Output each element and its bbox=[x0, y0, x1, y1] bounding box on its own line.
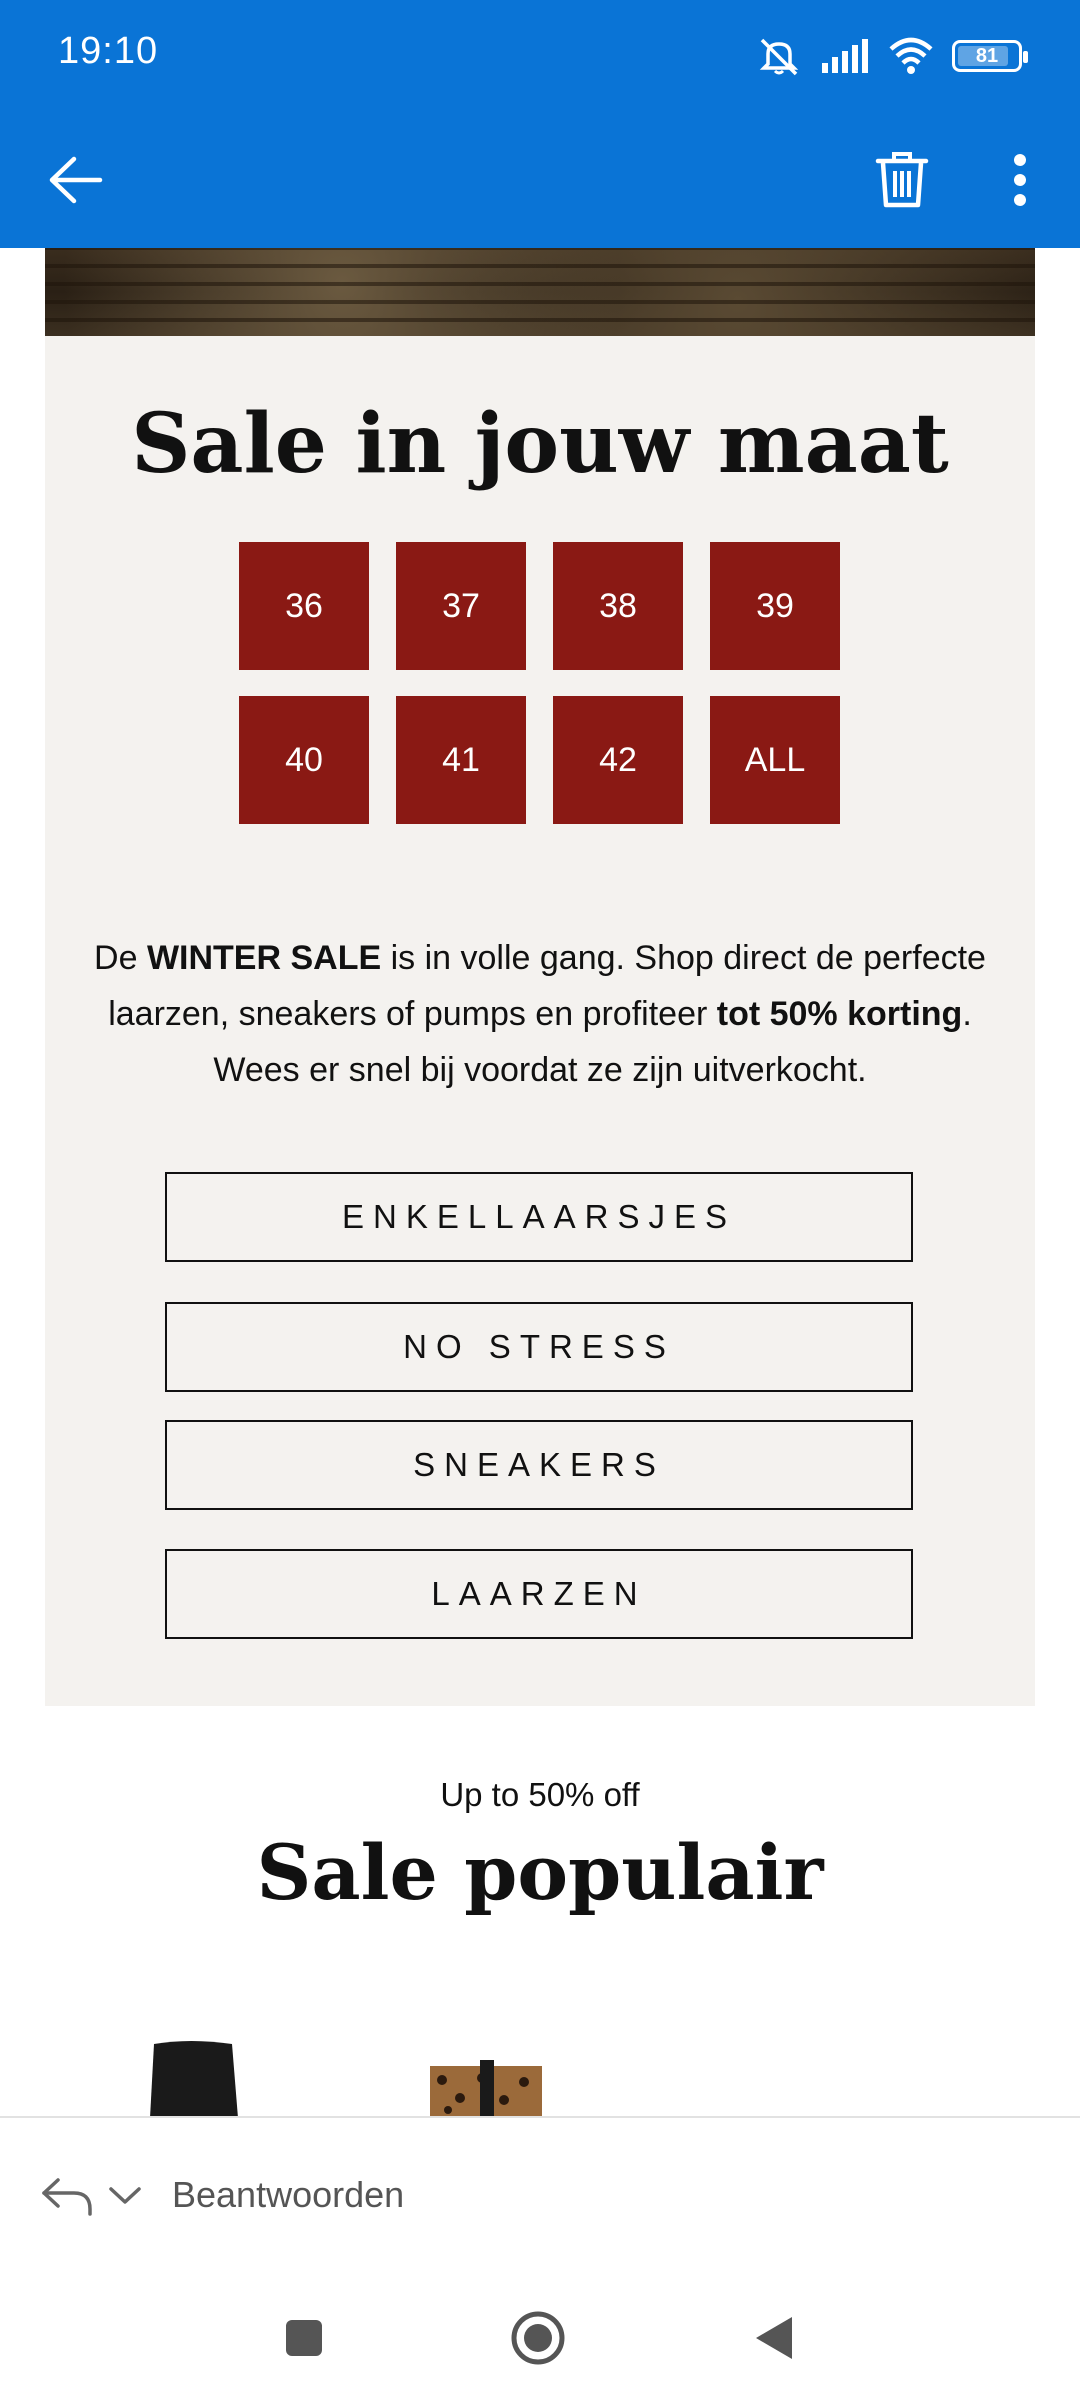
chevron-down-icon bbox=[109, 2187, 141, 2204]
reply-bar: Beantwoorden bbox=[0, 2116, 1080, 2276]
home-circle-icon bbox=[511, 2311, 565, 2365]
more-options-button[interactable] bbox=[980, 140, 1060, 220]
promo-part-1: De bbox=[94, 939, 147, 977]
category-button-sneakers[interactable]: SNEAKERS bbox=[165, 1420, 913, 1510]
back-nav-button[interactable] bbox=[742, 2306, 806, 2370]
category-button-enkellaarsjes[interactable]: ENKELLAARSJES bbox=[165, 1172, 913, 1262]
status-bar: 19:10 81 bbox=[0, 0, 1080, 110]
reply-button[interactable]: Beantwoorden bbox=[172, 2174, 404, 2216]
sale-title: Sale in jouw maat bbox=[131, 396, 949, 492]
status-icons: 81 bbox=[756, 34, 1028, 78]
app-bar bbox=[0, 110, 1080, 248]
back-button[interactable] bbox=[36, 140, 116, 220]
back-triangle-icon bbox=[756, 2317, 792, 2359]
reply-options[interactable] bbox=[40, 2176, 142, 2216]
email-body: Sale in jouw maat 36 37 38 39 40 41 42 A… bbox=[0, 248, 1080, 2116]
category-button-no-stress[interactable]: NO STRESS bbox=[165, 1302, 913, 1392]
hero-image bbox=[45, 248, 1035, 336]
square-icon bbox=[286, 2320, 322, 2356]
popular-title: Sale populair bbox=[256, 1828, 824, 1917]
sale-panel: Sale in jouw maat 36 37 38 39 40 41 42 A… bbox=[45, 336, 1035, 1706]
sale-subheading: Up to 50% off bbox=[440, 1776, 640, 1813]
arrow-left-icon bbox=[49, 156, 103, 204]
size-button-40[interactable]: 40 bbox=[239, 696, 369, 824]
delete-button[interactable] bbox=[862, 140, 942, 220]
promo-bold-2: tot 50% korting bbox=[716, 995, 963, 1033]
status-time: 19:10 bbox=[58, 30, 159, 72]
size-button-36[interactable]: 36 bbox=[239, 542, 369, 670]
signal-icon bbox=[822, 39, 868, 73]
recents-button[interactable] bbox=[272, 2306, 336, 2370]
trash-icon bbox=[875, 152, 929, 208]
size-button-42[interactable]: 42 bbox=[553, 696, 683, 824]
system-nav-bar bbox=[0, 2276, 1080, 2400]
product-image-boot-black[interactable] bbox=[150, 2038, 240, 2116]
boot-image-icon bbox=[430, 2060, 542, 2116]
promo-bold-1: WINTER SALE bbox=[146, 939, 382, 977]
size-button-all[interactable]: ALL bbox=[710, 696, 840, 824]
boot-image-icon bbox=[150, 2041, 238, 2116]
battery-level: 81 bbox=[975, 44, 999, 67]
size-button-39[interactable]: 39 bbox=[710, 542, 840, 670]
home-button[interactable] bbox=[506, 2306, 570, 2370]
more-vertical-icon bbox=[1014, 154, 1026, 206]
reply-icon bbox=[42, 2178, 92, 2216]
product-image-boot-leopard[interactable] bbox=[430, 2060, 542, 2116]
wifi-icon bbox=[889, 37, 933, 74]
mute-icon bbox=[759, 38, 799, 76]
size-button-41[interactable]: 41 bbox=[396, 696, 526, 824]
size-grid: 36 37 38 39 40 41 42 ALL bbox=[239, 542, 840, 824]
size-button-37[interactable]: 37 bbox=[396, 542, 526, 670]
promo-text: De WINTER SALE is in volle gang. Shop di… bbox=[65, 930, 1015, 1098]
category-button-laarzen[interactable]: LAARZEN bbox=[165, 1549, 913, 1639]
size-button-38[interactable]: 38 bbox=[553, 542, 683, 670]
battery-icon: 81 bbox=[952, 40, 1028, 72]
